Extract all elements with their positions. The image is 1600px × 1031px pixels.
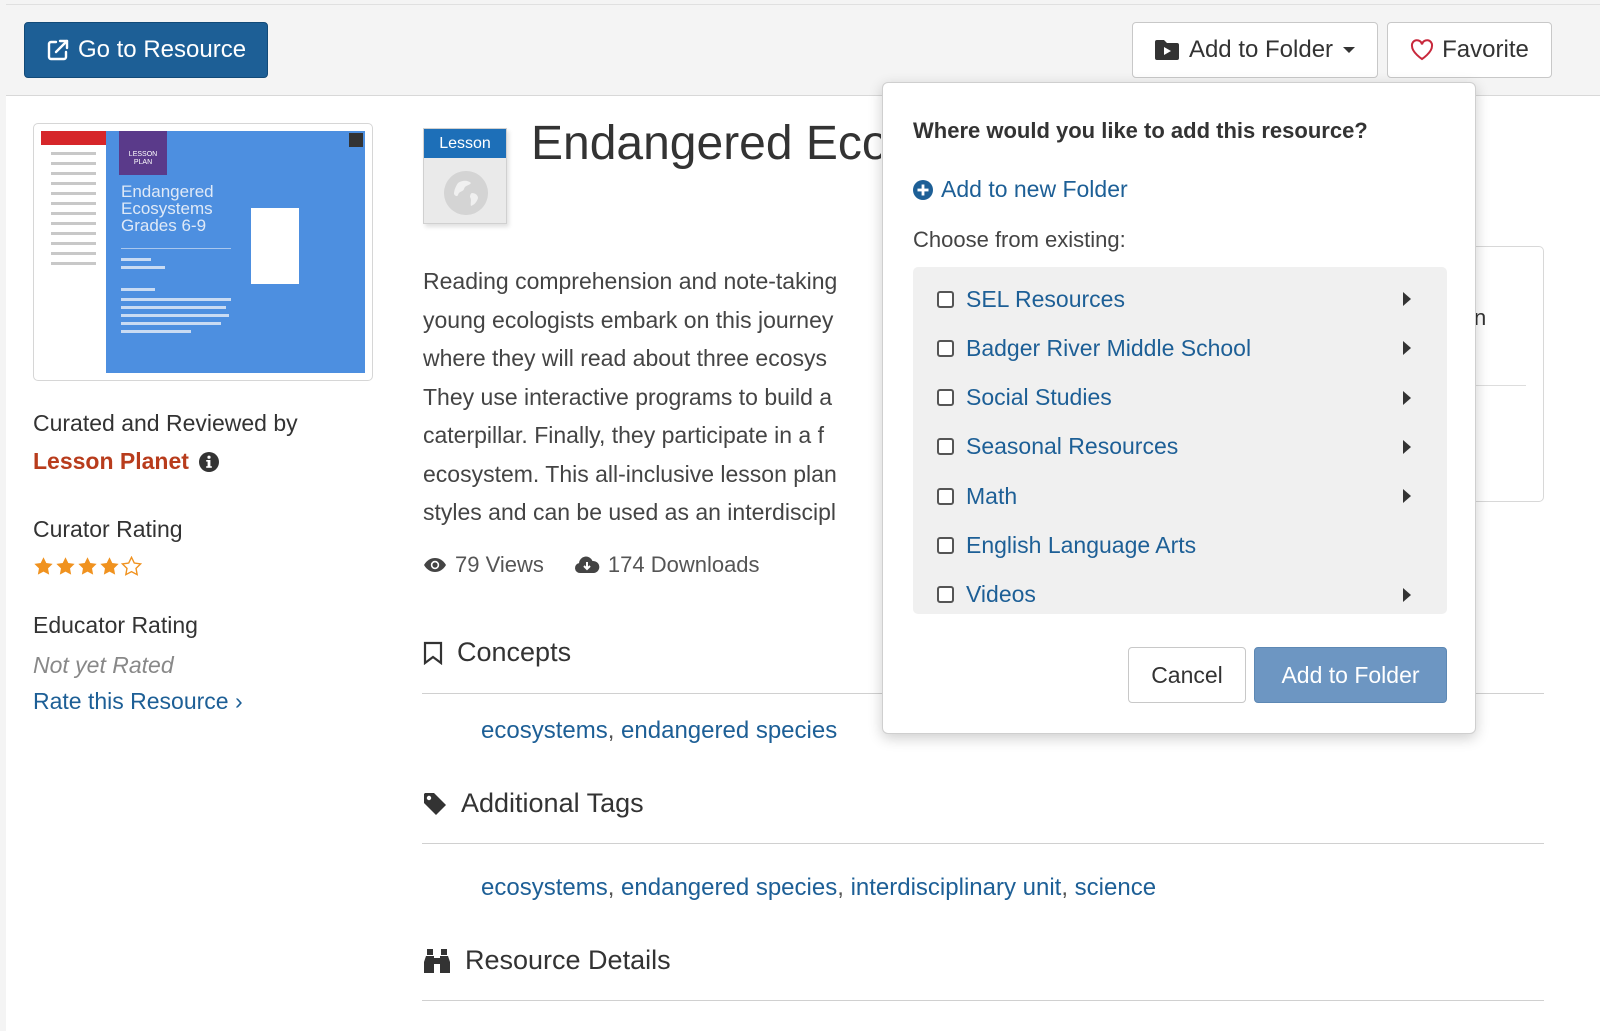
cloud-download-icon bbox=[574, 556, 600, 573]
expand-arrow-icon[interactable] bbox=[1403, 292, 1411, 306]
star-filled-icon bbox=[78, 557, 97, 575]
folder-checkbox[interactable] bbox=[937, 586, 954, 604]
concept-link[interactable]: ecosystems bbox=[481, 717, 608, 744]
side-info-card: n bbox=[1474, 246, 1544, 502]
folder-checkbox[interactable] bbox=[937, 537, 954, 554]
plus-circle-icon bbox=[913, 179, 933, 200]
add-to-folder-submit-button[interactable]: Add to Folder bbox=[1254, 647, 1447, 703]
favorite-label: Favorite bbox=[1442, 36, 1529, 63]
tags-divider bbox=[422, 843, 1544, 844]
views-stat: 79 Views bbox=[423, 552, 544, 578]
concepts-title: Concepts bbox=[457, 637, 572, 667]
globe-icon bbox=[444, 171, 488, 215]
folder-option[interactable]: English Language Arts bbox=[913, 524, 1447, 568]
curated-by-label: Curated and Reviewed by bbox=[33, 410, 298, 436]
go-to-resource-button[interactable]: Go to Resource bbox=[24, 22, 268, 78]
resource-details-title: Resource Details bbox=[465, 945, 671, 975]
resource-thumbnail[interactable]: LESSON PLAN Endangered Ecosystems Grades… bbox=[33, 123, 373, 381]
expand-arrow-icon[interactable] bbox=[1403, 587, 1411, 602]
folder-option[interactable]: SEL Resources bbox=[913, 277, 1447, 321]
favorite-button[interactable]: Favorite bbox=[1387, 22, 1552, 78]
details-divider bbox=[422, 1000, 1544, 1001]
heart-icon bbox=[1411, 39, 1434, 61]
folder-option[interactable]: Videos bbox=[913, 573, 1447, 614]
additional-tags-title: Additional Tags bbox=[461, 788, 644, 818]
rate-resource-link[interactable]: Rate this Resource › bbox=[33, 688, 243, 715]
folder-play-icon bbox=[1154, 40, 1179, 60]
concepts-list: ecosystems, endangered species bbox=[481, 717, 838, 744]
resource-details-heading: Resource Details bbox=[423, 945, 671, 976]
star-filled-icon bbox=[34, 557, 53, 575]
curator-rating-label: Curator Rating bbox=[33, 516, 183, 542]
folder-label[interactable]: Videos bbox=[966, 581, 1036, 608]
resource-title: Endangered Eco bbox=[531, 117, 881, 170]
expand-arrow-icon[interactable] bbox=[1403, 341, 1411, 356]
curator-rating-stars bbox=[33, 556, 142, 576]
downloads-count: 174 Downloads bbox=[607, 552, 760, 577]
resource-type-badge: Lesson bbox=[423, 128, 507, 224]
tag-link[interactable]: endangered species bbox=[621, 874, 837, 901]
add-to-folder-label: Add to Folder bbox=[1188, 36, 1334, 63]
star-filled-icon bbox=[100, 557, 119, 575]
folder-label[interactable]: Social Studies bbox=[966, 384, 1112, 411]
add-new-folder-label: Add to new Folder bbox=[941, 176, 1128, 202]
external-link-icon bbox=[47, 39, 69, 61]
go-to-resource-label: Go to Resource bbox=[77, 36, 247, 63]
tag-icon bbox=[424, 792, 446, 815]
folder-label[interactable]: Badger River Middle School bbox=[966, 335, 1251, 362]
tag-link[interactable]: science bbox=[1075, 874, 1156, 901]
caret-down-icon bbox=[1343, 47, 1356, 53]
eye-icon bbox=[424, 558, 446, 572]
folder-checkbox[interactable] bbox=[937, 290, 954, 308]
folder-option[interactable]: Social Studies bbox=[913, 376, 1447, 420]
folder-label[interactable]: SEL Resources bbox=[966, 286, 1125, 313]
folder-option[interactable]: Badger River Middle School bbox=[913, 326, 1447, 370]
folder-label[interactable]: English Language Arts bbox=[966, 532, 1196, 559]
thumbnail-preview-image: LESSON PLAN Endangered Ecosystems Grades… bbox=[41, 131, 365, 373]
tags-list: ecosystems, endangered species, interdis… bbox=[481, 874, 1157, 901]
star-filled-icon bbox=[56, 557, 75, 575]
resource-description: Reading comprehension and note-taking yo… bbox=[423, 268, 838, 525]
concept-link[interactable]: endangered species bbox=[621, 717, 837, 744]
expand-arrow-icon[interactable] bbox=[1403, 390, 1411, 405]
educator-rating-label: Educator Rating bbox=[33, 612, 198, 638]
cancel-button[interactable]: Cancel bbox=[1128, 647, 1246, 703]
folder-checkbox[interactable] bbox=[937, 487, 954, 505]
binoculars-icon bbox=[424, 948, 450, 973]
folder-label[interactable]: Seasonal Resources bbox=[966, 433, 1178, 460]
concepts-heading: Concepts bbox=[423, 637, 571, 668]
info-icon[interactable] bbox=[198, 451, 219, 472]
lesson-tag: Lesson bbox=[424, 129, 506, 158]
resource-stats: 79 Views 174 Downloads bbox=[423, 552, 760, 578]
folder-list[interactable]: SEL Resources Badger River Middle School S… bbox=[913, 267, 1447, 614]
add-to-folder-popover: Where would you like to add this resourc… bbox=[882, 82, 1476, 734]
thumbnail-title: Endangered Ecosystems Grades 6-9 bbox=[121, 182, 214, 235]
tag-link[interactable]: interdisciplinary unit bbox=[851, 874, 1062, 901]
folder-checkbox[interactable] bbox=[937, 389, 954, 407]
educator-rating-value: Not yet Rated bbox=[33, 652, 174, 678]
folder-option[interactable]: Seasonal Resources bbox=[913, 425, 1447, 469]
folder-checkbox[interactable] bbox=[937, 339, 954, 357]
expand-arrow-icon[interactable] bbox=[1403, 439, 1411, 454]
downloads-stat: 174 Downloads bbox=[574, 552, 760, 578]
popover-title: Where would you like to add this resourc… bbox=[913, 118, 1368, 143]
provider-link[interactable]: Lesson Planet bbox=[33, 448, 189, 475]
folder-label[interactable]: Math bbox=[966, 483, 1017, 510]
bookmark-icon bbox=[423, 641, 443, 665]
provider-name: Lesson Planet bbox=[33, 448, 219, 475]
thumbnail-badge: LESSON PLAN bbox=[119, 131, 167, 175]
views-count: 79 Views bbox=[455, 552, 544, 577]
add-to-folder-dropdown-button[interactable]: Add to Folder bbox=[1132, 22, 1378, 78]
folder-checkbox[interactable] bbox=[937, 438, 954, 456]
additional-tags-heading: Additional Tags bbox=[423, 788, 644, 819]
star-empty-icon bbox=[121, 556, 142, 576]
folder-option[interactable]: Math bbox=[913, 474, 1447, 518]
choose-existing-label: Choose from existing: bbox=[913, 227, 1126, 252]
expand-arrow-icon[interactable] bbox=[1403, 489, 1411, 504]
tag-link[interactable]: ecosystems bbox=[481, 874, 608, 901]
add-new-folder-link[interactable]: Add to new Folder bbox=[913, 176, 1128, 203]
